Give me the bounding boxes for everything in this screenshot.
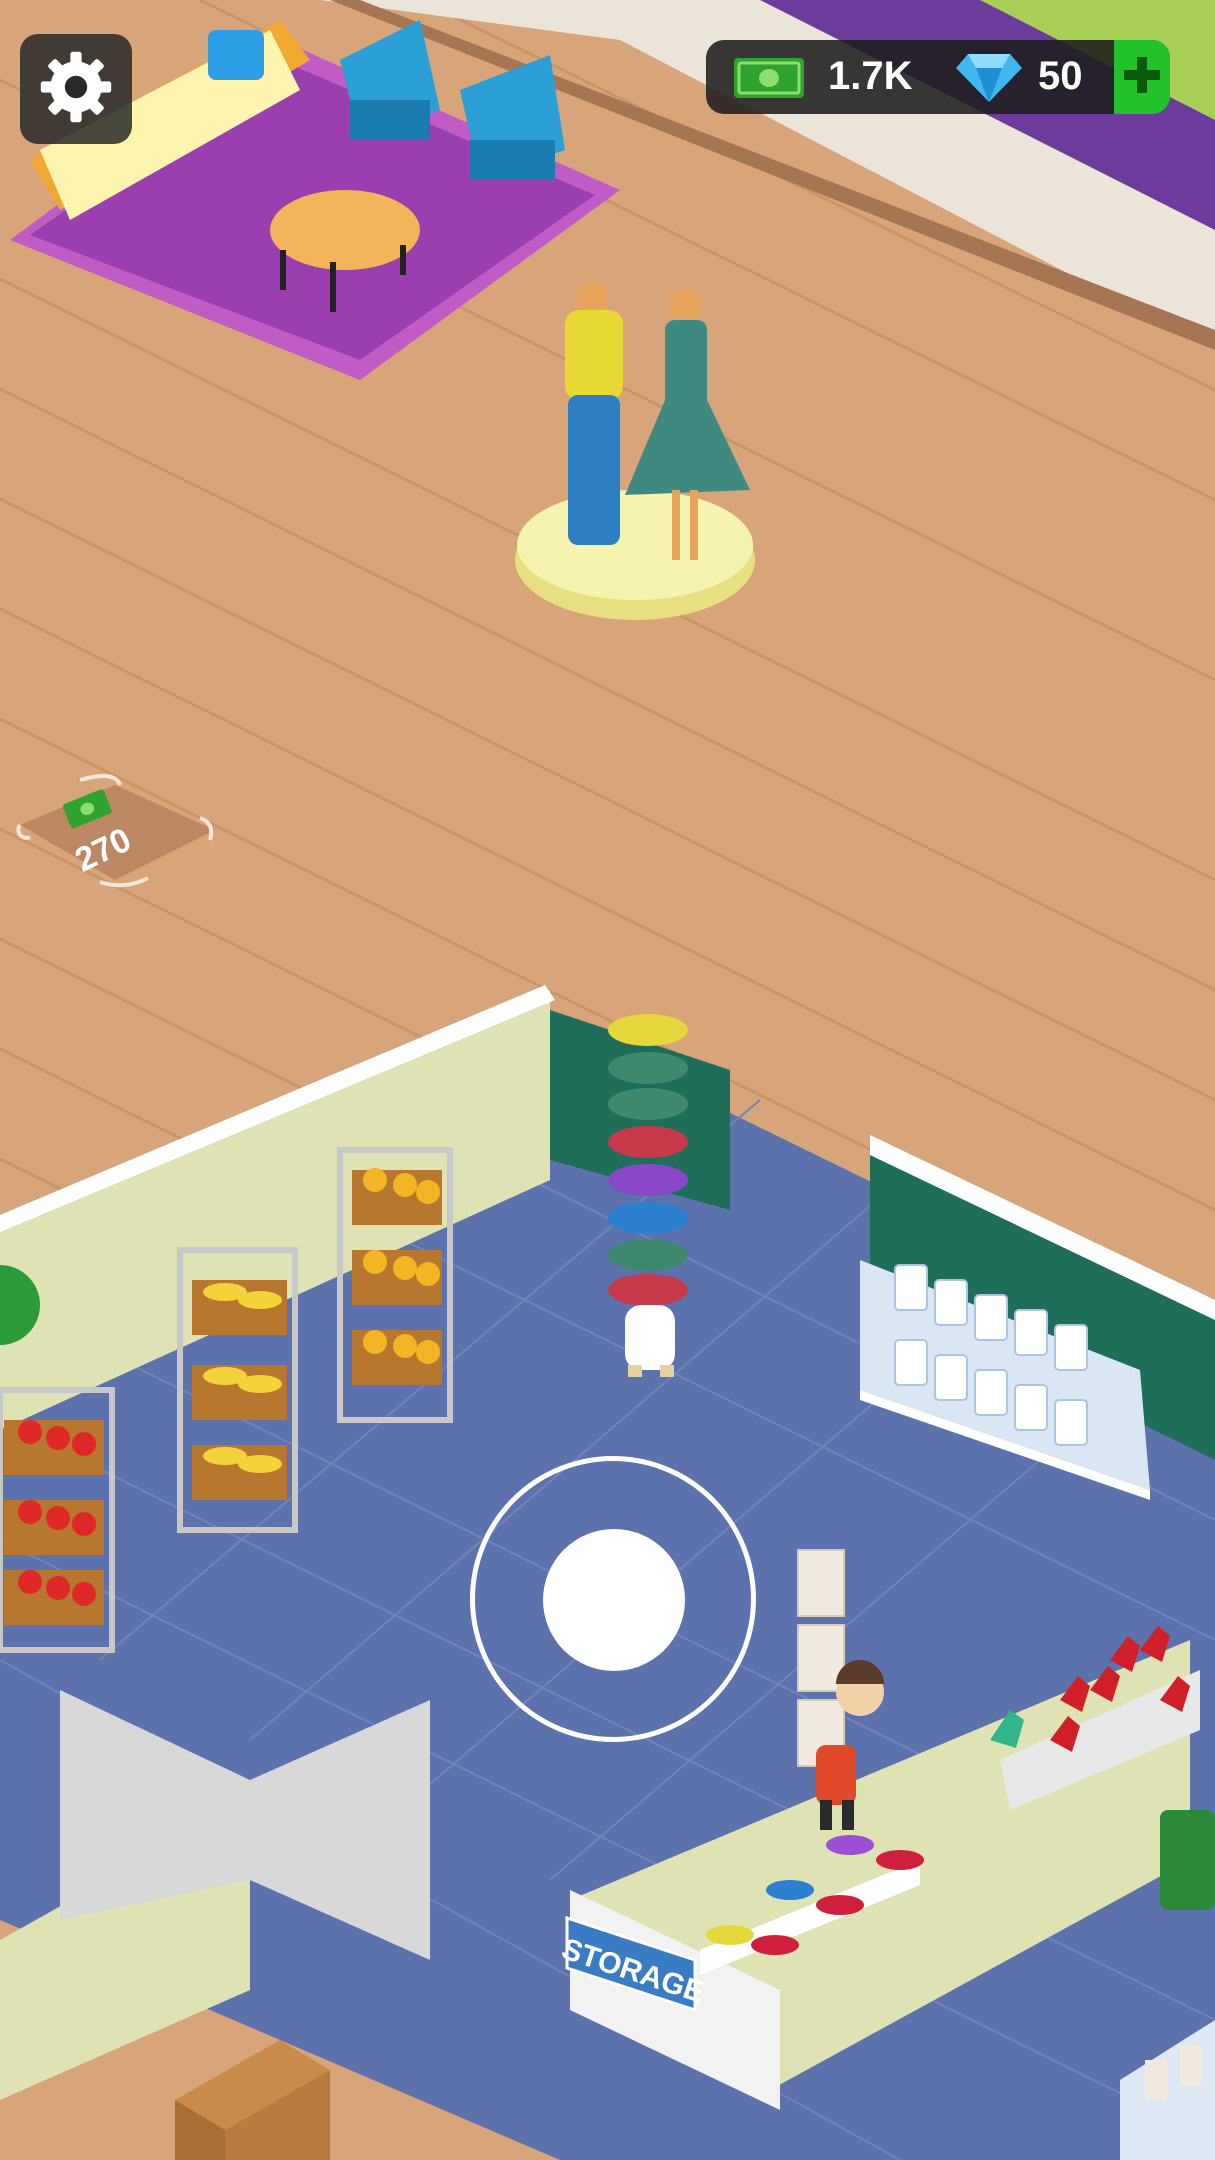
cash-amount: 1.7K — [828, 54, 913, 98]
mannequin-male — [565, 282, 623, 545]
game-scene: 270 STORAGE — [0, 0, 1215, 2160]
settings-button[interactable] — [20, 34, 132, 144]
add-currency-button[interactable] — [1114, 40, 1170, 114]
virtual-joystick[interactable] — [470, 1456, 756, 1742]
apple-rack[interactable] — [0, 1387, 115, 1653]
currency-bar: 1.7K 50 — [706, 40, 1170, 114]
orange-rack[interactable] — [337, 1147, 453, 1423]
cushion — [208, 30, 264, 80]
diamond-icon — [956, 52, 1022, 102]
plus-icon — [1120, 53, 1164, 102]
gem-amount: 50 — [1038, 54, 1083, 98]
banana-rack[interactable] — [177, 1247, 298, 1533]
gear-icon — [36, 47, 116, 132]
trash-bin — [1160, 1810, 1215, 1910]
cash-icon — [734, 58, 804, 98]
joystick-knob[interactable] — [543, 1529, 685, 1671]
